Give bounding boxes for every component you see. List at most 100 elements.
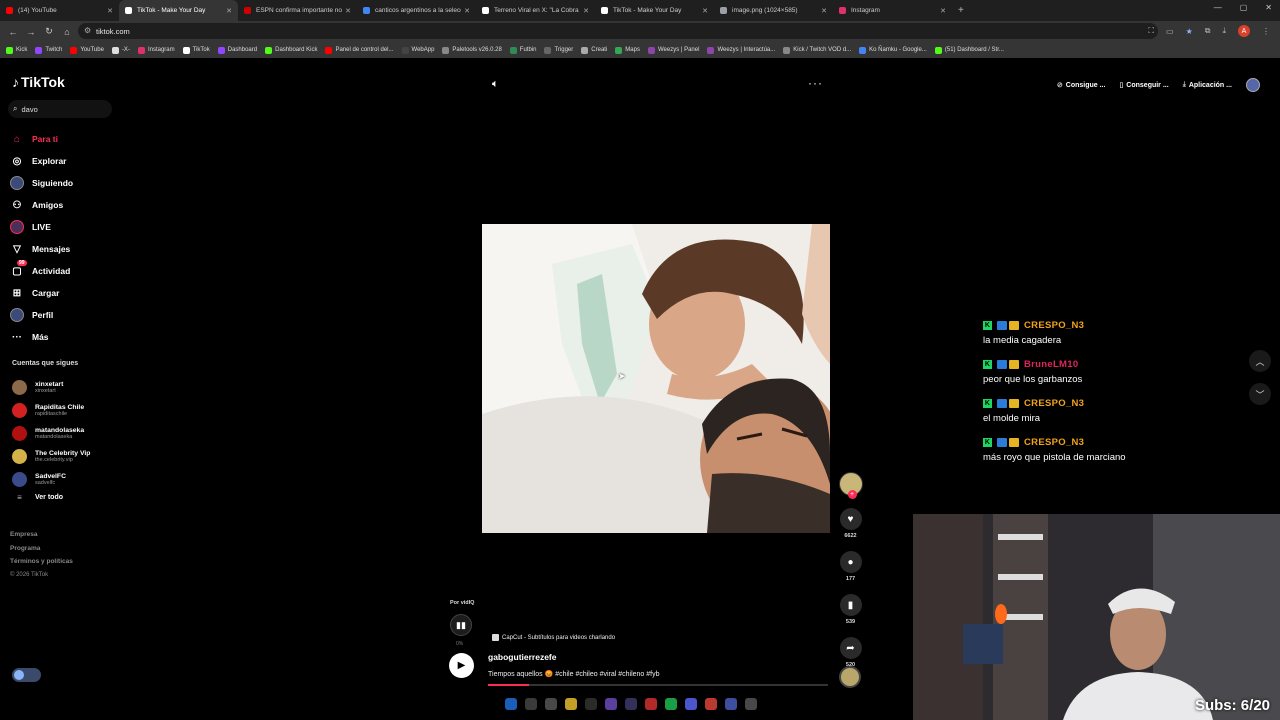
footer-link-terms[interactable]: Términos y políticas	[10, 555, 73, 569]
settings-taskbar-icon[interactable]	[545, 698, 557, 710]
browser-tab[interactable]: ESPN confirma importante no ✕	[238, 0, 357, 21]
browser-tab[interactable]: TikTok - Make Your Day ✕	[595, 0, 714, 21]
browser-tab[interactable]: image.png (1024×585) ✕	[714, 0, 833, 21]
cast-icon[interactable]: ▭	[1166, 27, 1174, 36]
footer-link-company[interactable]: Empresa	[10, 528, 73, 542]
menu-icon[interactable]: ⋮	[1262, 27, 1270, 36]
sidebar-item-explorar[interactable]: ◎ Explorar	[10, 150, 73, 172]
extensions-icon[interactable]: ⧉	[1205, 26, 1211, 36]
x-taskbar-icon[interactable]	[585, 698, 597, 710]
windows-start-icon[interactable]	[505, 698, 517, 710]
spotify-icon[interactable]	[665, 698, 677, 710]
play-icon[interactable]: ▶	[449, 653, 474, 678]
volume-icon[interactable]: 🔈︎	[492, 78, 499, 91]
capcut-tag[interactable]: CapCut - Subtítulos para videos charland…	[492, 634, 615, 641]
site-info-icon[interactable]: ⚙	[84, 26, 91, 35]
tiktok-logo[interactable]: ♪ TikTok	[12, 74, 65, 90]
close-tab-icon[interactable]: ✕	[702, 7, 708, 15]
close-tab-icon[interactable]: ✕	[107, 7, 113, 15]
video-player[interactable]	[482, 224, 830, 533]
app2-taskbar-icon[interactable]	[625, 698, 637, 710]
new-tab-icon[interactable]: +	[958, 5, 964, 16]
minimize-icon[interactable]: —	[1214, 3, 1222, 12]
close-tab-icon[interactable]: ✕	[821, 7, 827, 15]
sidebar-item-mensajes[interactable]: ▽ Mensajes	[10, 238, 73, 260]
bookmark-item[interactable]: -X-	[111, 46, 130, 54]
address-bar[interactable]: ⚙ tiktok.com	[78, 23, 1158, 39]
music-disc-icon[interactable]	[839, 666, 861, 688]
app3-taskbar-icon[interactable]	[645, 698, 657, 710]
bookmark-item[interactable]: WebApp	[401, 46, 434, 54]
video-author[interactable]: gabogutierrezefe	[488, 652, 557, 662]
bookmark-item[interactable]: Weezys | Interactúa...	[707, 46, 775, 54]
browser-tab[interactable]: (14) YouTube ✕	[0, 0, 119, 21]
following-account[interactable]: SadvelFC sadvelfc	[12, 468, 90, 491]
bookmark-item[interactable]: YouTube	[70, 46, 104, 54]
bookmark-item[interactable]: Creati	[581, 46, 607, 54]
browser-tab[interactable]: Terreno Viral en X: "La Cobra se ✕	[476, 0, 595, 21]
bookmark-item[interactable]: Dashboard	[217, 46, 257, 54]
forward-icon[interactable]: →	[22, 27, 40, 37]
sidebar-item-actividad[interactable]: ▢ 99 Actividad	[10, 260, 73, 282]
back-icon[interactable]: ←	[4, 27, 22, 37]
close-window-icon[interactable]: ✕	[1265, 3, 1272, 12]
top-button[interactable]: ⊘ Consigue ...	[1057, 81, 1106, 90]
share-icon[interactable]: ➦	[839, 637, 862, 659]
translate-icon[interactable]: ⛶	[1148, 26, 1154, 36]
follow-plus-icon[interactable]: +	[847, 490, 857, 499]
next-video-icon[interactable]: ﹀	[1249, 383, 1271, 405]
chrome-icon[interactable]	[705, 698, 717, 710]
home-icon[interactable]: ⌂	[58, 27, 76, 37]
top-button[interactable]: ⤓ Aplicación ...	[1183, 81, 1232, 89]
close-tab-icon[interactable]: ✕	[464, 7, 470, 15]
bookmark-item[interactable]: Kick / Twitch VOD d...	[783, 46, 851, 54]
sidebar-item-perfil[interactable]: Perfil	[10, 304, 73, 326]
app4-taskbar-icon[interactable]	[725, 698, 737, 710]
bookmark-icon[interactable]: ▮	[839, 594, 862, 616]
see-all-button[interactable]: ≡ Ver todo	[12, 493, 90, 502]
sidebar-item-amigos[interactable]: ⚇ Amigos	[10, 194, 73, 216]
maximize-icon[interactable]: ▢	[1240, 3, 1248, 12]
user-avatar[interactable]	[1246, 78, 1260, 92]
creator-avatar[interactable]: +	[838, 472, 863, 499]
following-account[interactable]: The Celebrity Vip the.celebrity.vip	[12, 445, 90, 468]
bookmark-item[interactable]: Instagram	[137, 46, 175, 54]
sidebar-item-live[interactable]: LIVE	[10, 216, 73, 238]
app5-taskbar-icon[interactable]	[745, 698, 757, 710]
close-tab-icon[interactable]: ✕	[940, 7, 946, 15]
bookmark-item[interactable]: Kick	[6, 46, 27, 54]
close-tab-icon[interactable]: ✕	[345, 7, 351, 15]
bookmark-item[interactable]: Weezys | Panel	[647, 46, 699, 54]
bookmark-item[interactable]: Futbin	[509, 46, 536, 54]
browser-tab[interactable]: Instagram ✕	[833, 0, 952, 21]
reload-icon[interactable]: ↻	[40, 26, 58, 37]
sidebar-item-más[interactable]: ··· Más	[10, 326, 73, 348]
sidebar-item-siguiendo[interactable]: Siguiendo	[10, 172, 73, 194]
bookmark-item[interactable]: Twitch	[35, 46, 62, 54]
folder-icon[interactable]	[565, 698, 577, 710]
sidebar-item-cargar[interactable]: ⊞ Cargar	[10, 282, 73, 304]
bookmark-item[interactable]: Ko Ñamku - Google...	[859, 46, 927, 54]
search-taskbar-icon[interactable]	[525, 698, 537, 710]
vidiq-stats-icon[interactable]: ▮▮	[450, 614, 472, 636]
search-input[interactable]: ⌕ davo	[8, 100, 112, 118]
sidebar-item-para-ti[interactable]: ⌂ Para ti	[10, 128, 73, 150]
bookmark-star-icon[interactable]: ★	[1186, 27, 1193, 36]
close-tab-icon[interactable]: ✕	[583, 7, 589, 15]
discord-icon[interactable]	[685, 698, 697, 710]
video-progress-bar[interactable]	[488, 684, 828, 686]
bookmark-item[interactable]: Dashboard Kick	[265, 46, 317, 54]
following-account[interactable]: xinxetart xinxetart	[12, 376, 90, 399]
bookmark-item[interactable]: Paletools v26.0.28	[442, 46, 502, 54]
bookmark-item[interactable]: (51) Dashboard / Str...	[934, 46, 1004, 54]
downloads-icon[interactable]: ⤓	[1222, 26, 1226, 36]
profile-avatar[interactable]: A	[1238, 25, 1250, 37]
bookmark-item[interactable]: Maps	[615, 46, 640, 54]
comment-icon[interactable]: ●	[839, 551, 862, 573]
browser-tab[interactable]: canticos argentinos a la selecci ✕	[357, 0, 476, 21]
more-options-icon[interactable]: ···	[808, 76, 823, 90]
footer-link-program[interactable]: Programa	[10, 542, 73, 556]
like-icon[interactable]: ♥	[839, 508, 862, 530]
bookmark-item[interactable]: Trigger	[544, 46, 573, 54]
previous-video-icon[interactable]: ︿	[1249, 350, 1271, 372]
